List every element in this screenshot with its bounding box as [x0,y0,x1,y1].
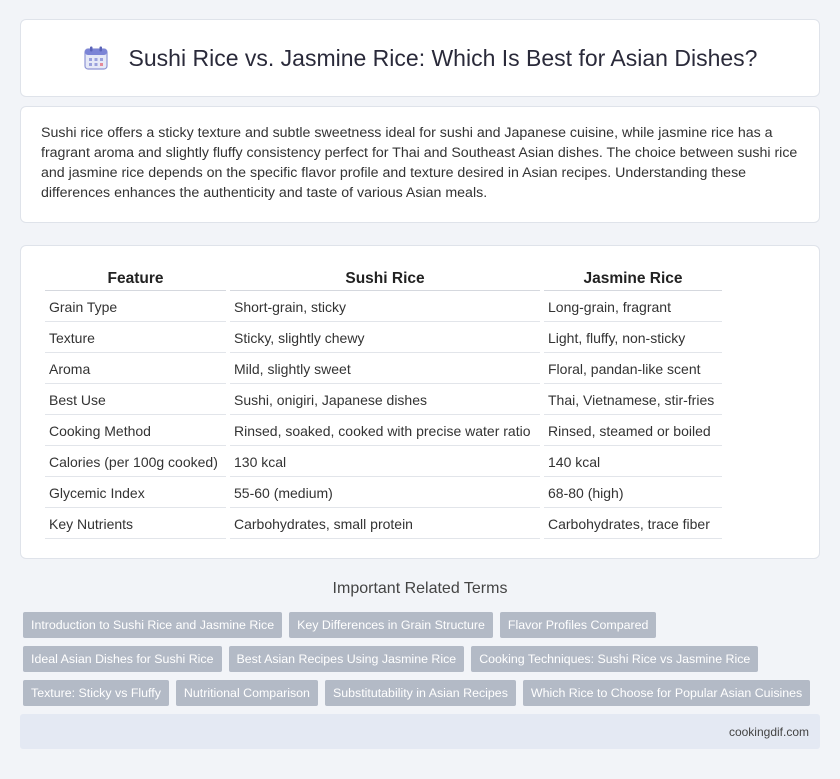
related-term-tag[interactable]: Nutritional Comparison [175,680,318,706]
table-cell: Thai, Vietnamese, stir-fries [544,386,722,415]
table-cell: Long-grain, fragrant [544,293,722,322]
table-cell: Grain Type [45,293,226,322]
table-row: Best Use Sushi, onigiri, Japanese dishes… [45,386,722,415]
title-card: Sushi Rice vs. Jasmine Rice: Which Is Be… [20,19,820,97]
table-row: Texture Sticky, slightly chewy Light, fl… [45,324,722,353]
table-row: Grain Type Short-grain, sticky Long-grai… [45,293,722,322]
table-cell: Floral, pandan-like scent [544,355,722,384]
table-cell: Aroma [45,355,226,384]
intro-card: Sushi rice offers a sticky texture and s… [20,106,820,223]
title-text: Sushi Rice vs. Jasmine Rice: Which Is Be… [128,44,758,71]
related-term-tag[interactable]: Substitutability in Asian Recipes [324,680,516,706]
related-terms-heading: Important Related Terms [332,580,508,597]
table-cell: 68-80 (high) [544,479,722,508]
related-term-tag[interactable]: Ideal Asian Dishes for Sushi Rice [23,646,222,672]
table-row: Aroma Mild, slightly sweet Floral, panda… [45,355,722,384]
intro-paragraph: Sushi rice offers a sticky texture and s… [41,125,798,201]
table-row: Calories (per 100g cooked) 130 kcal 140 … [45,448,722,477]
table-cell: Sticky, slightly chewy [230,324,540,353]
calendar-icon [83,46,108,70]
related-terms-tags: Introduction to Sushi Rice and Jasmine R… [23,612,823,714]
comparison-table: Feature Sushi Rice Jasmine Rice Grain Ty… [41,264,726,541]
page-title: Sushi Rice vs. Jasmine Rice: Which Is Be… [83,44,758,72]
table-cell: Carbohydrates, trace fiber [544,510,722,539]
table-cell: Rinsed, soaked, cooked with precise wate… [230,417,540,446]
footer-site-link[interactable]: cookingdif.com [729,725,809,739]
table-cell: 55-60 (medium) [230,479,540,508]
table-cell: 130 kcal [230,448,540,477]
table-cell: Carbohydrates, small protein [230,510,540,539]
related-term-tag[interactable]: Key Differences in Grain Structure [289,612,493,638]
related-term-tag[interactable]: Introduction to Sushi Rice and Jasmine R… [23,612,283,638]
related-term-tag[interactable]: Cooking Techniques: Sushi Rice vs Jasmin… [471,646,759,672]
tag-row: Introduction to Sushi Rice and Jasmine R… [23,612,823,638]
footer: cookingdif.com [20,714,820,749]
table-cell: Texture [45,324,226,353]
table-cell: Best Use [45,386,226,415]
table-cell: Cooking Method [45,417,226,446]
related-term-tag[interactable]: Which Rice to Choose for Popular Asian C… [522,680,811,706]
tag-row: Ideal Asian Dishes for Sushi Rice Best A… [23,646,823,672]
header-feature: Feature [45,266,226,291]
header-jasmine-rice: Jasmine Rice [544,266,722,291]
table-cell: Short-grain, sticky [230,293,540,322]
table-row: Glycemic Index 55-60 (medium) 68-80 (hig… [45,479,722,508]
table-header-row: Feature Sushi Rice Jasmine Rice [45,266,722,291]
comparison-table-card: Feature Sushi Rice Jasmine Rice Grain Ty… [20,245,820,559]
table-cell: Light, fluffy, non-sticky [544,324,722,353]
table-cell: 140 kcal [544,448,722,477]
table-row: Key Nutrients Carbohydrates, small prote… [45,510,722,539]
header-sushi-rice: Sushi Rice [230,266,540,291]
table-cell: Mild, slightly sweet [230,355,540,384]
table-row: Cooking Method Rinsed, soaked, cooked wi… [45,417,722,446]
tag-row: Texture: Sticky vs Fluffy Nutritional Co… [23,680,823,706]
table-cell: Key Nutrients [45,510,226,539]
table-cell: Sushi, onigiri, Japanese dishes [230,386,540,415]
related-term-tag[interactable]: Best Asian Recipes Using Jasmine Rice [228,646,465,672]
related-term-tag[interactable]: Texture: Sticky vs Fluffy [23,680,169,706]
table-cell: Calories (per 100g cooked) [45,448,226,477]
related-term-tag[interactable]: Flavor Profiles Compared [499,612,657,638]
table-cell: Glycemic Index [45,479,226,508]
table-cell: Rinsed, steamed or boiled [544,417,722,446]
